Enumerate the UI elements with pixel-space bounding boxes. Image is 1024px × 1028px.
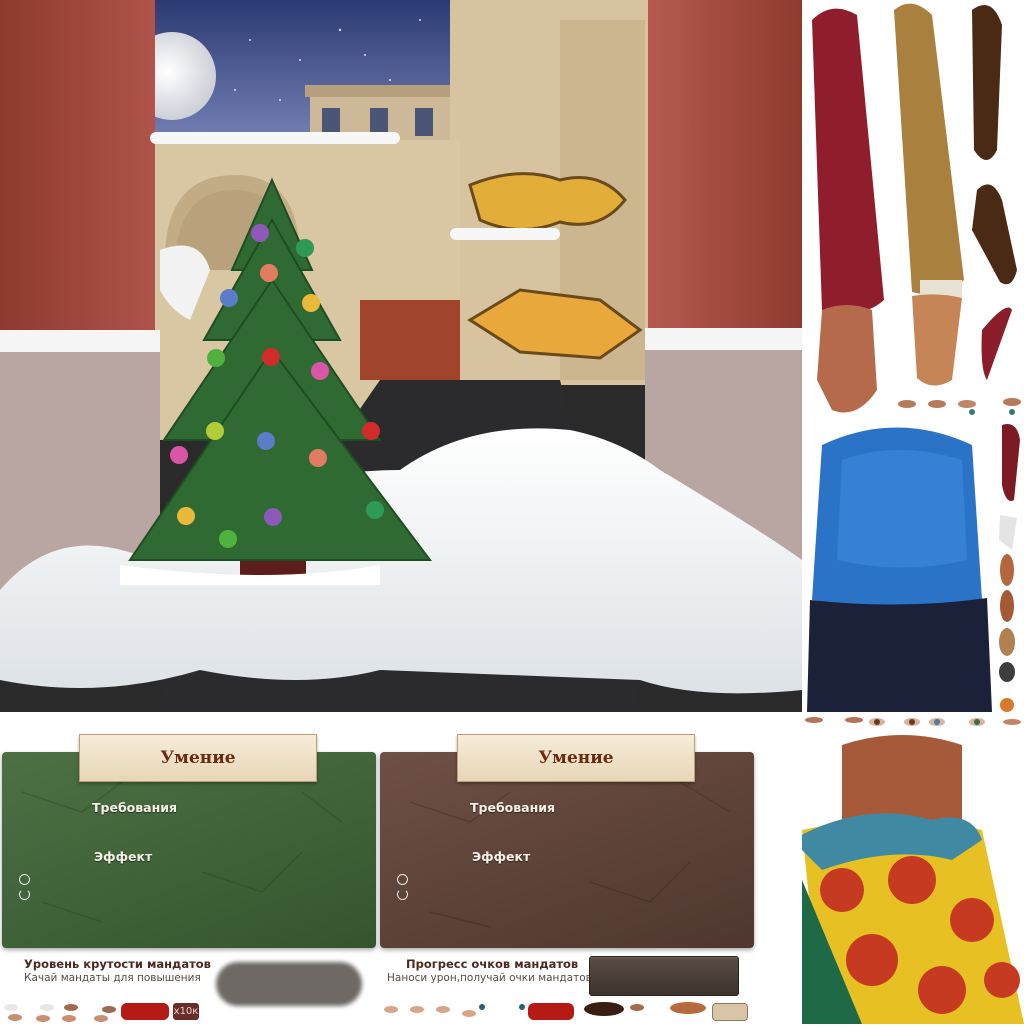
- sprite-piece: [102, 1006, 116, 1013]
- refresh-icon: [19, 889, 30, 900]
- effect-label: Эффект: [94, 849, 153, 864]
- mandate-points-title: Прогресс очков мандатов: [406, 957, 579, 971]
- sprite-piece: [64, 1004, 78, 1011]
- effect-label: Эффект: [472, 849, 531, 864]
- sprite-piece: [630, 1004, 644, 1011]
- sprite-piece: [4, 1004, 18, 1011]
- sprite-piece: [410, 1006, 424, 1013]
- eye-sprite: [519, 1004, 525, 1010]
- clock-icon: [397, 874, 408, 885]
- coolness-level-title: Уровень крутости мандатов: [24, 957, 211, 971]
- mandate-points-subtitle: Наноси урон,получай очки мандатов: [387, 972, 592, 984]
- multiplier-badge: x10к: [173, 1003, 199, 1020]
- blue-shirt-sprite: [807, 427, 992, 712]
- red-sleeve-sprite: [812, 8, 884, 413]
- sprite-piece: [384, 1006, 398, 1013]
- sprite-piece: [40, 1004, 54, 1011]
- tan-button-sprite: [712, 1003, 748, 1021]
- red-gem-bar: [528, 1003, 574, 1020]
- sprite-piece: [36, 1015, 50, 1022]
- christmas-alley-scene: [0, 0, 802, 712]
- mustache-sprite: [584, 1002, 624, 1016]
- requirements-label: Требования: [470, 800, 556, 815]
- red-gem-bar: [121, 1003, 169, 1020]
- clock-icon: [19, 874, 30, 885]
- character-sprite-sheet: [792, 0, 1024, 1024]
- sprite-piece: [436, 1006, 450, 1013]
- skill-card-title-plank: Умение: [79, 734, 317, 782]
- woman-shawl-sprite: [792, 735, 1024, 1024]
- coolness-level-subtitle: Качай мандаты для повышения: [24, 972, 201, 984]
- requirements-label: Требования: [92, 800, 178, 815]
- eye-sprite: [479, 1004, 485, 1010]
- mandate-points-progress-bar: [589, 956, 739, 996]
- tan-sleeve-sprite: [894, 3, 964, 386]
- sprite-piece: [94, 1015, 108, 1022]
- sprite-piece: [670, 1002, 706, 1014]
- skill-card-title-plank: Умение: [457, 734, 695, 782]
- refresh-icon: [397, 889, 408, 900]
- sprite-piece: [62, 1015, 76, 1022]
- skill-card-title: Умение: [160, 748, 236, 768]
- sprite-piece: [8, 1014, 22, 1021]
- sprite-piece: [462, 1010, 476, 1017]
- bottom-sprite-strip: [0, 1000, 760, 1024]
- skill-card-title: Умение: [538, 748, 614, 768]
